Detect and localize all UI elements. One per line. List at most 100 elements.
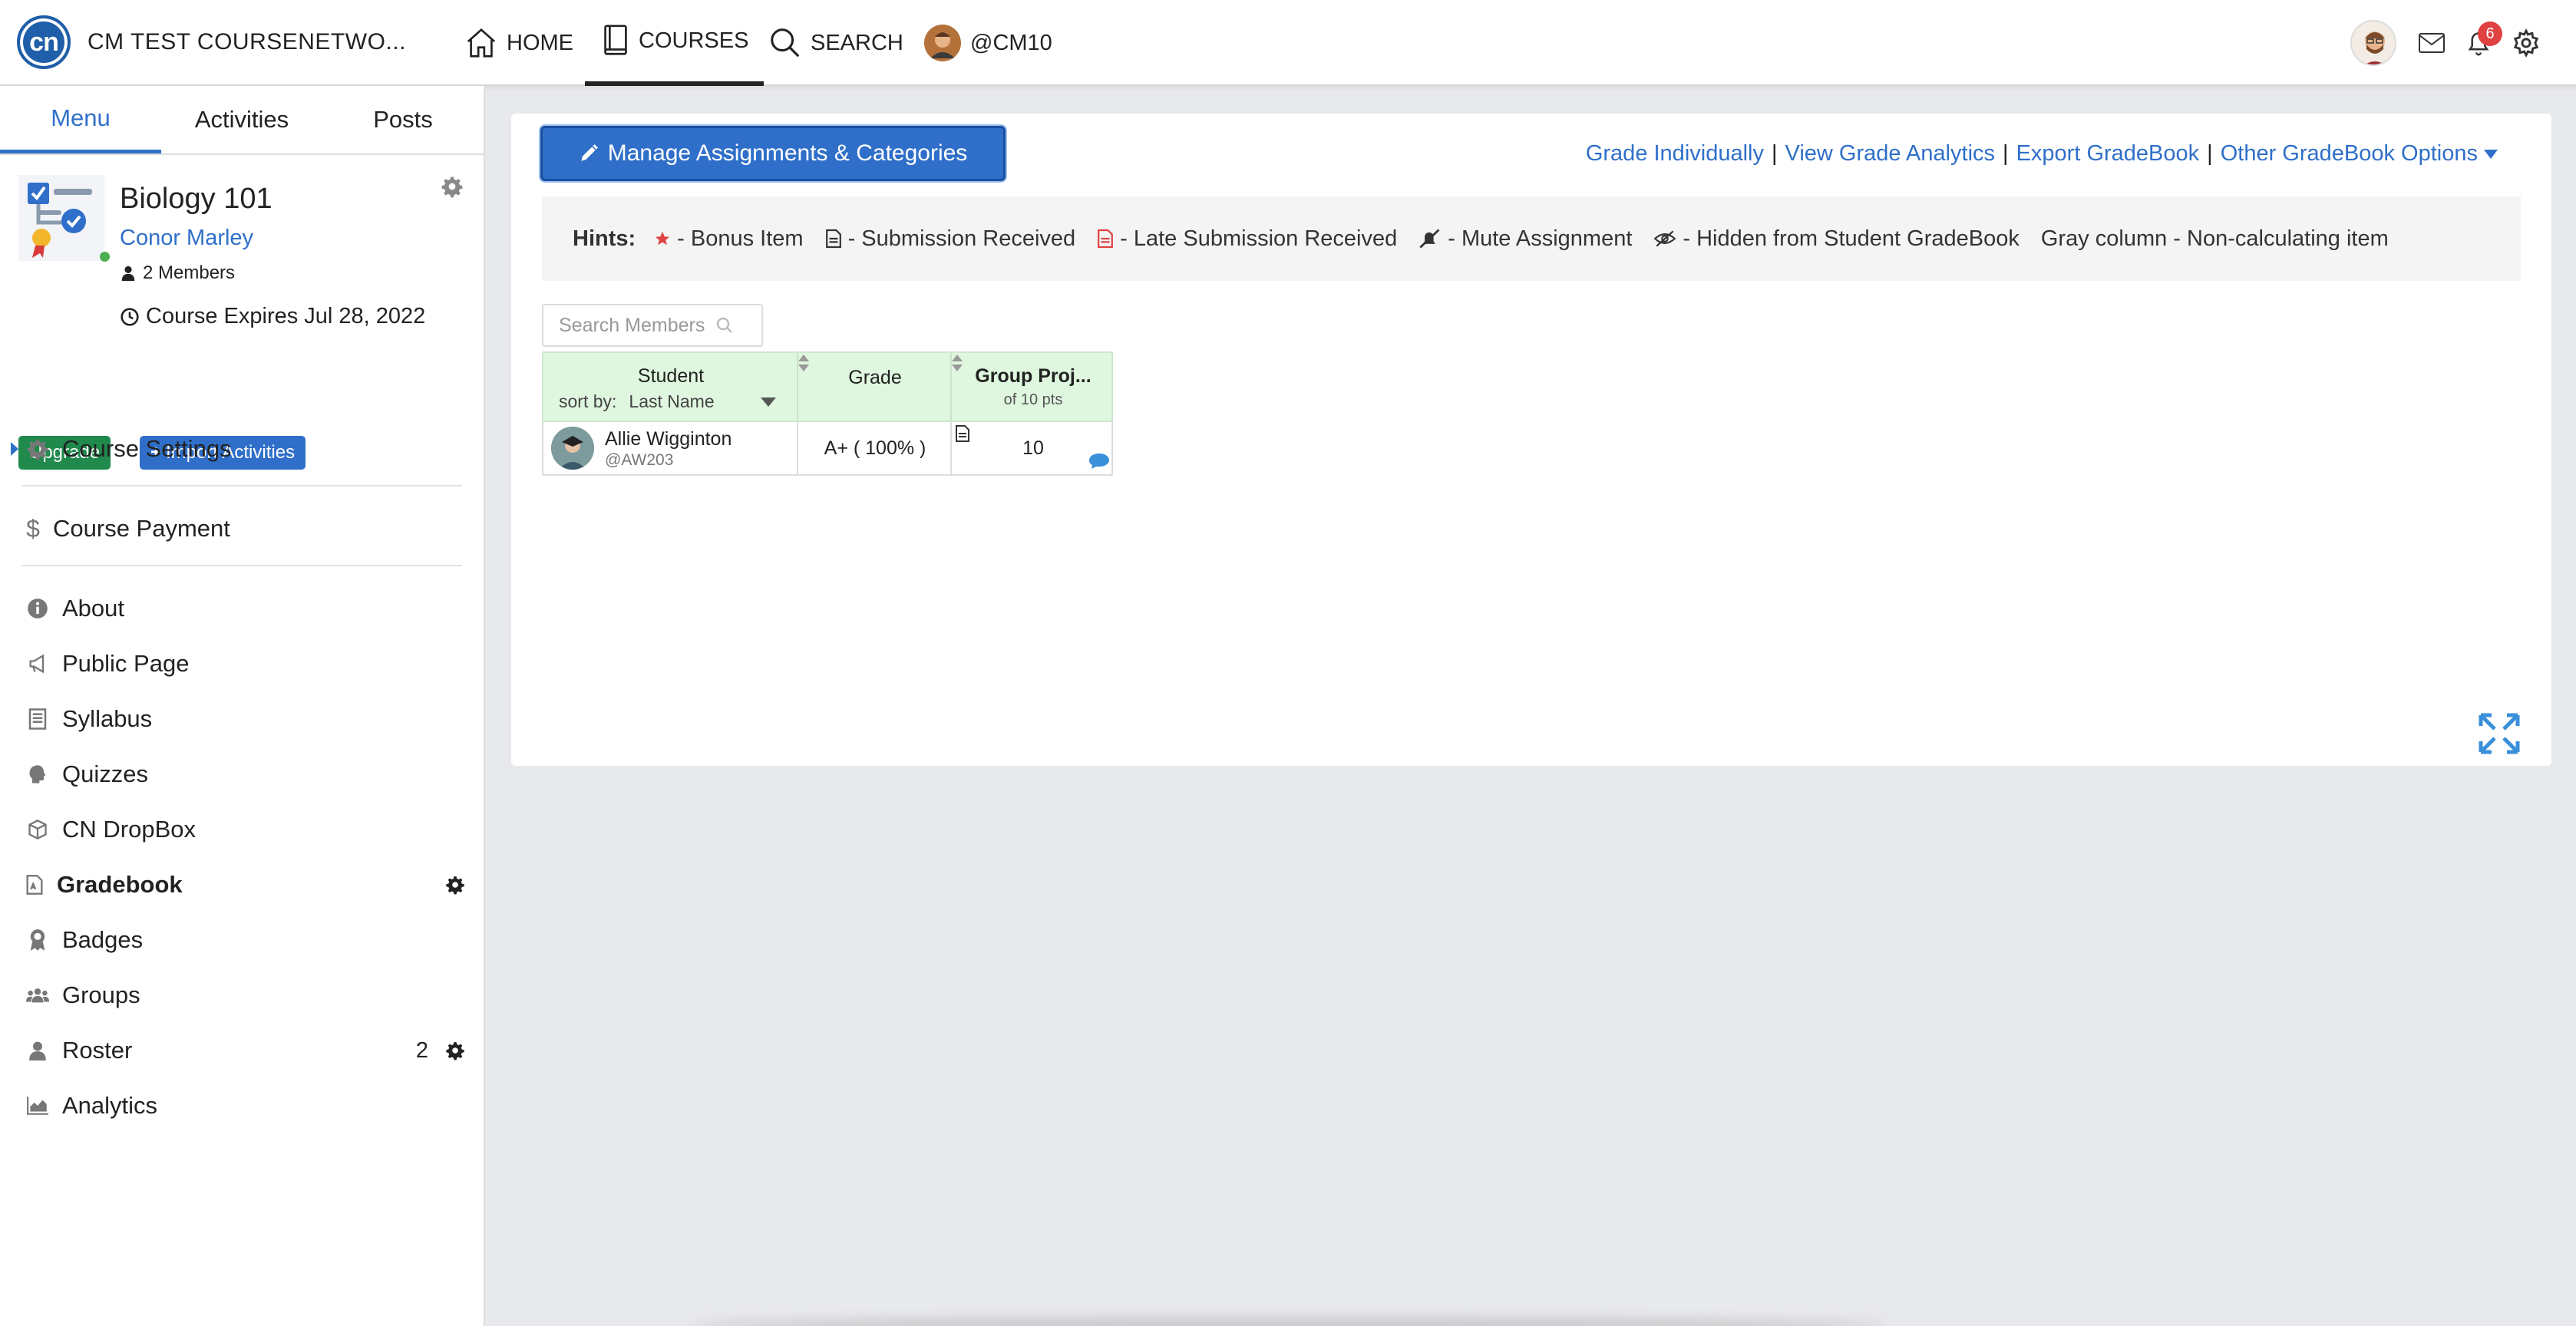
column-header-grade[interactable]: Grade: [798, 367, 952, 389]
student-grade: A+ ( 100% ): [824, 437, 926, 459]
brand[interactable]: cn CM TEST COURSENETWO...: [17, 15, 406, 69]
hint-submission: - Submission Received: [825, 226, 1075, 252]
column-header-assignment[interactable]: Group Proj...: [952, 365, 1115, 388]
sidebar-item-analytics[interactable]: Analytics: [0, 1078, 485, 1133]
table-row[interactable]: Allie Wigginton @AW203 A+ ( 100% ) 10: [542, 422, 1113, 476]
column-header-assignment-points: of 10 pts: [1003, 391, 1063, 408]
student-name[interactable]: Allie Wigginton: [605, 428, 732, 450]
sidebar-item-label: Syllabus: [62, 705, 153, 732]
pencil-icon: [580, 144, 598, 161]
nav-courses[interactable]: COURSES: [585, 0, 765, 86]
sidebar-item-badges[interactable]: Badges: [0, 912, 485, 968]
eye-slash-icon: [1653, 230, 1676, 247]
user-avatar[interactable]: [2350, 20, 2396, 66]
tab-posts[interactable]: Posts: [322, 86, 484, 153]
sort-by-select[interactable]: Last Name: [629, 391, 714, 412]
sidebar-item-course-settings[interactable]: Course Settings: [0, 421, 485, 477]
course-owner-link[interactable]: Conor Marley: [120, 226, 253, 251]
tab-menu[interactable]: Menu: [0, 86, 161, 153]
sidebar-item-label: Groups: [62, 981, 140, 1008]
hint-gray-column: Gray column - Non-calculating item: [2041, 226, 2389, 252]
gradebook-gear-icon[interactable]: [445, 875, 465, 895]
sort-by-control[interactable]: sort by: Last Name: [559, 391, 776, 412]
sidebar-item-gradebook[interactable]: Gradebook: [0, 857, 485, 912]
sidebar-item-label: Course Settings: [62, 435, 232, 462]
course-gear-icon[interactable]: [441, 175, 464, 198]
student-avatar[interactable]: [551, 427, 594, 470]
grade-individually-link[interactable]: Grade Individually: [1586, 141, 1764, 167]
document-icon: [26, 708, 49, 731]
box-icon: [26, 818, 49, 841]
other-gradebook-options-link[interactable]: Other GradeBook Options: [2221, 141, 2478, 167]
hint-bonus-label: - Bonus Item: [677, 226, 804, 251]
sidebar-item-syllabus[interactable]: Syllabus: [0, 691, 485, 747]
search-members-placeholder: Search Members: [559, 314, 705, 336]
nav-search[interactable]: SEARCH: [768, 0, 903, 86]
hint-mute-label: - Mute Assignment: [1448, 226, 1633, 251]
top-right-actions: 6: [2350, 0, 2541, 86]
search-members-input[interactable]: Search Members: [542, 304, 763, 347]
manage-assignments-label: Manage Assignments & Categories: [607, 140, 968, 166]
course-title[interactable]: Biology 101: [120, 183, 272, 216]
nav-home[interactable]: HOME: [464, 0, 573, 86]
sidebar-item-label: Quizzes: [62, 760, 148, 787]
view-grade-analytics-link[interactable]: View Grade Analytics: [1785, 141, 1996, 167]
sidebar-item-cn-dropbox[interactable]: CN DropBox: [0, 802, 485, 857]
course-expiration-label: Course Expires Jul 28, 2022: [146, 304, 426, 328]
hint-gray-column-label: Gray column - Non-calculating item: [2040, 226, 2389, 251]
search-icon: [717, 317, 733, 333]
caret-down-icon[interactable]: [2484, 149, 2498, 159]
sidebar-item-groups[interactable]: Groups: [0, 968, 485, 1023]
course-members[interactable]: 2 Members: [120, 262, 235, 284]
settings-gear-icon[interactable]: [2512, 28, 2541, 58]
roster-count: 2: [415, 1037, 428, 1063]
fullscreen-expand-icon[interactable]: [2478, 712, 2521, 755]
sidebar-item-label: Analytics: [62, 1092, 158, 1119]
sidebar-item-label: CN DropBox: [62, 816, 196, 843]
course-image[interactable]: [18, 175, 104, 261]
book-icon: [604, 25, 627, 55]
gradebook-links: Grade Individually | View Grade Analytic…: [1586, 141, 2498, 167]
dollar-icon: $: [26, 514, 40, 543]
search-icon: [771, 28, 800, 58]
profile-avatar: [924, 25, 961, 61]
sidebar-tabs: Menu Activities Posts: [0, 86, 484, 155]
group-icon: [26, 984, 49, 1007]
manage-assignments-button[interactable]: Manage Assignments & Categories: [540, 126, 1006, 181]
brand-logo[interactable]: cn: [17, 15, 71, 69]
online-status-dot: [100, 252, 110, 262]
column-header-student[interactable]: Student: [543, 365, 798, 388]
nav-profile-label: @CM10: [970, 30, 1052, 55]
sidebar: Menu Activities Posts Biology 101 Conor …: [0, 86, 485, 1326]
sidebar-item-label: Roster: [62, 1037, 133, 1064]
roster-gear-icon[interactable]: [445, 1041, 465, 1060]
expand-arrow-icon: [11, 442, 18, 456]
caret-down-icon[interactable]: [760, 397, 776, 407]
sidebar-item-label: Gradebook: [57, 871, 183, 898]
hint-hidden-label: - Hidden from Student GradeBook: [1683, 226, 2020, 251]
hint-hidden: - Hidden from Student GradeBook: [1653, 226, 2020, 252]
tab-activities[interactable]: Activities: [161, 86, 322, 153]
sidebar-item-roster[interactable]: Roster 2: [0, 1023, 485, 1078]
chart-icon: [26, 1094, 49, 1117]
notification-bell[interactable]: 6: [2465, 21, 2502, 57]
brand-name[interactable]: CM TEST COURSENETWO...: [88, 29, 406, 55]
course-expiration: Course Expires Jul 28, 2022: [120, 304, 425, 329]
student-handle: @AW203: [605, 451, 674, 469]
link-separator: |: [2207, 141, 2213, 166]
sidebar-divider: [21, 485, 462, 487]
sidebar-item-quizzes[interactable]: Quizzes: [0, 747, 485, 802]
nav-profile[interactable]: @CM10: [924, 0, 1052, 86]
mail-icon[interactable]: [2418, 32, 2446, 54]
export-gradebook-link[interactable]: Export GradeBook: [2016, 141, 2200, 167]
sidebar-item-course-payment[interactable]: $ Course Payment: [0, 501, 485, 556]
nav-courses-label: COURSES: [639, 28, 749, 53]
nav-home-label: HOME: [507, 30, 573, 55]
comment-icon[interactable]: [1088, 453, 1110, 470]
home-icon: [467, 28, 496, 58]
sidebar-item-label: About: [62, 595, 125, 622]
sidebar-item-public-page[interactable]: Public Page: [0, 636, 485, 691]
sidebar-item-about[interactable]: About: [0, 581, 485, 636]
gear-icon: [26, 437, 49, 460]
sidebar-item-label: Course Payment: [53, 515, 230, 542]
